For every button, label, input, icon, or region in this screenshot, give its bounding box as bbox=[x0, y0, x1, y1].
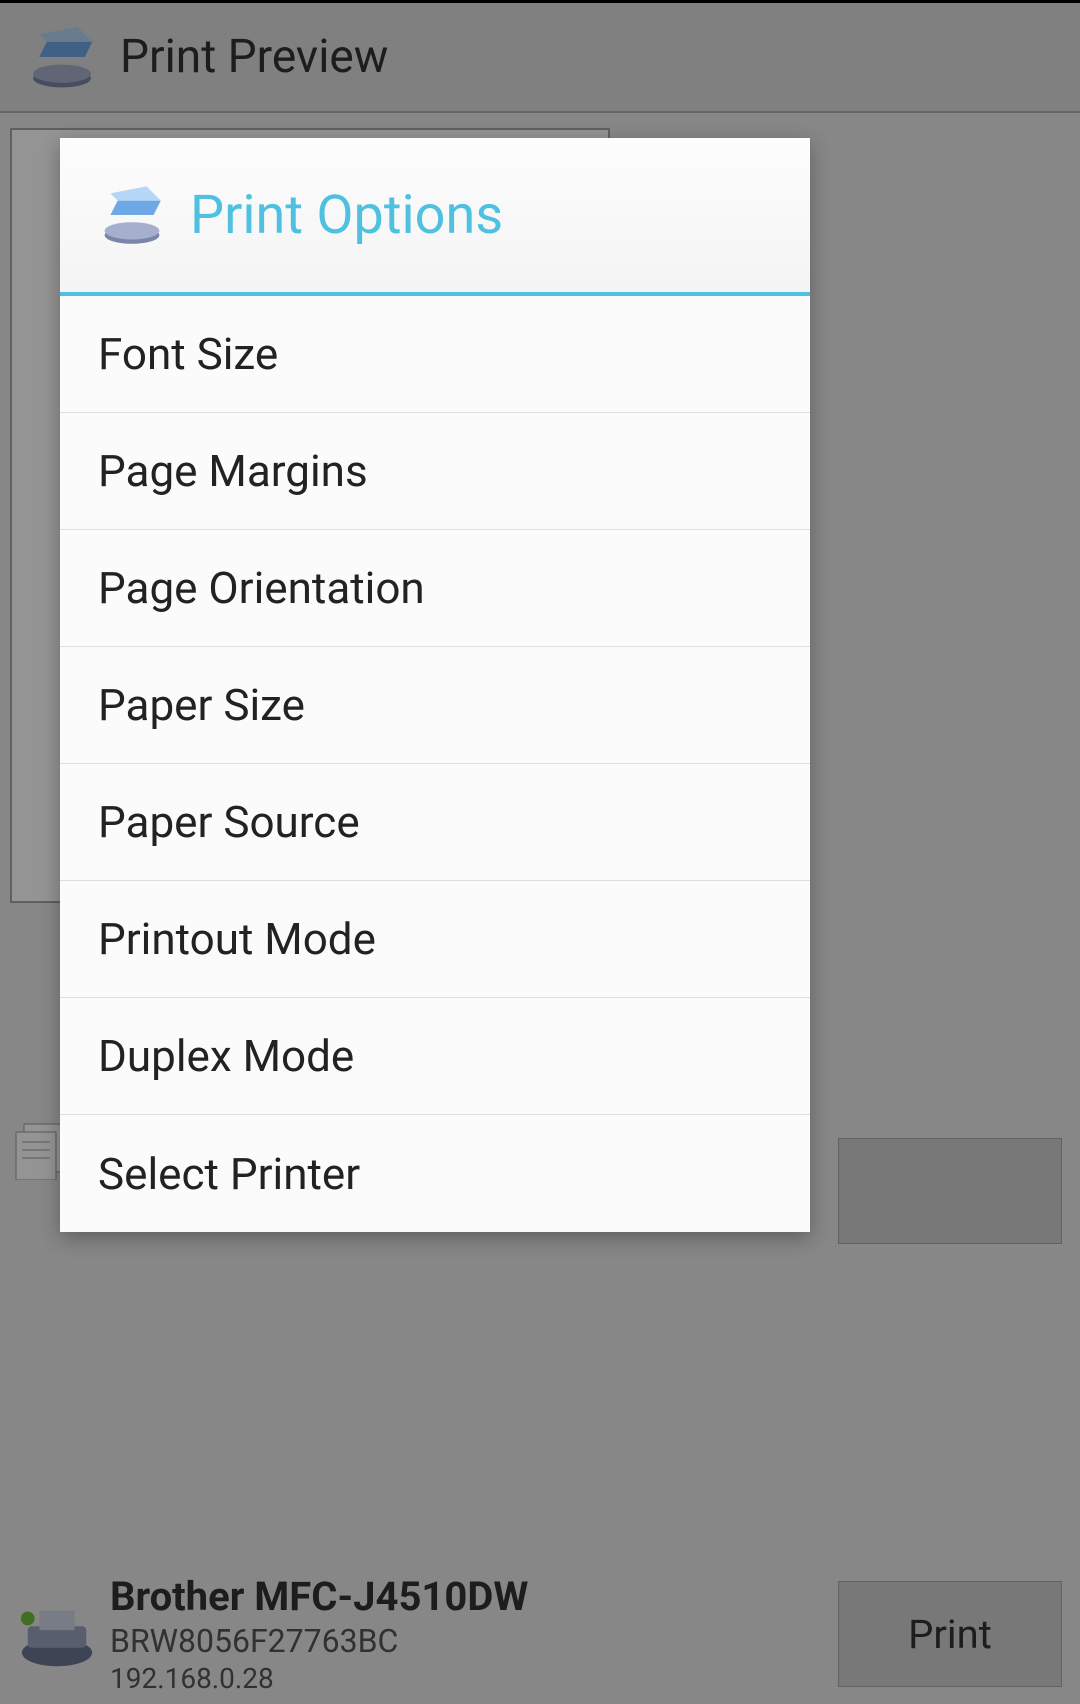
option-page-margins[interactable]: Page Margins bbox=[60, 413, 810, 530]
dialog-header: Print Options bbox=[60, 138, 810, 296]
option-paper-source[interactable]: Paper Source bbox=[60, 764, 810, 881]
option-select-printer[interactable]: Select Printer bbox=[60, 1115, 810, 1232]
option-page-orientation[interactable]: Page Orientation bbox=[60, 530, 810, 647]
option-printout-mode[interactable]: Printout Mode bbox=[60, 881, 810, 998]
option-label: Duplex Mode bbox=[98, 1030, 354, 1082]
option-label: Select Printer bbox=[98, 1148, 360, 1200]
option-label: Paper Size bbox=[98, 679, 305, 731]
print-options-dialog: Print Options Font Size Page Margins Pag… bbox=[60, 138, 810, 1232]
option-paper-size[interactable]: Paper Size bbox=[60, 647, 810, 764]
option-label: Font Size bbox=[98, 328, 278, 380]
option-label: Paper Source bbox=[98, 796, 360, 848]
scanner-icon bbox=[96, 179, 168, 251]
option-label: Printout Mode bbox=[98, 913, 376, 965]
option-font-size[interactable]: Font Size bbox=[60, 296, 810, 413]
option-label: Page Margins bbox=[98, 445, 368, 497]
dialog-title: Print Options bbox=[190, 184, 503, 247]
option-duplex-mode[interactable]: Duplex Mode bbox=[60, 998, 810, 1115]
option-label: Page Orientation bbox=[98, 562, 425, 614]
